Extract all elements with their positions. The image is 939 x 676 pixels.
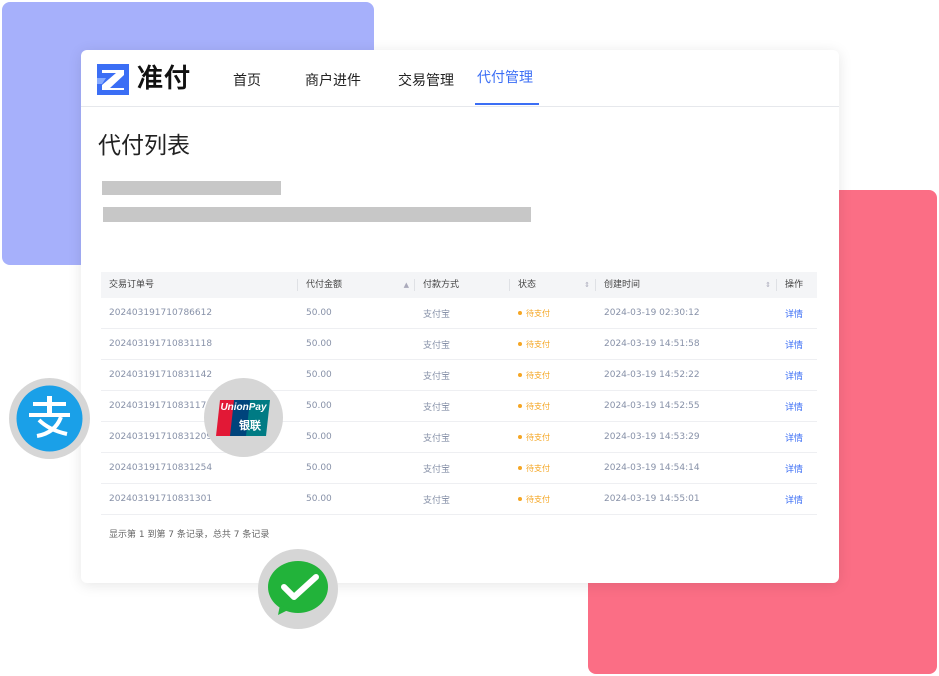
col-order-no: 交易订单号	[101, 272, 298, 298]
page-title: 代付列表	[98, 133, 190, 159]
status-badge: 待支付	[518, 464, 550, 473]
amount-cell: 50.00	[306, 370, 332, 380]
order-no-cell: 202403191710831254	[109, 463, 213, 473]
method-cell: 支付宝	[423, 402, 451, 413]
status-badge: 待支付	[518, 340, 550, 349]
nav-payouts[interactable]: 代付管理	[477, 50, 533, 107]
status-dot-icon	[518, 342, 522, 346]
brand-logo[interactable]: 准付	[97, 64, 191, 95]
order-no-cell: 202403191710831301	[109, 494, 213, 504]
app-window: 准付 首页 商户进件 交易管理 代付管理 代付列表 交易订单号 代付金额 ▲ 付…	[81, 50, 839, 583]
created-cell: 2024-03-19 02:30:12	[604, 308, 700, 318]
method-cell: 支付宝	[423, 340, 451, 351]
created-cell: 2024-03-19 14:52:22	[604, 370, 700, 380]
col-created-label: 创建时间	[604, 280, 641, 290]
status-text: 待支付	[526, 463, 550, 473]
created-cell: 2024-03-19 14:51:58	[604, 339, 700, 349]
amount-cell: 50.00	[306, 401, 332, 411]
method-cell: 支付宝	[423, 464, 451, 475]
status-badge: 待支付	[518, 495, 550, 504]
amount-cell: 50.00	[306, 463, 332, 473]
col-method: 付款方式	[415, 272, 510, 298]
wechat-logo-icon	[268, 561, 328, 615]
table-row: 202403191710831254 50.00 支付宝 待支付 2024-03-19 …	[101, 453, 817, 484]
skeleton-line-long	[103, 207, 531, 222]
status-dot-icon	[518, 373, 522, 377]
table-row: 202403191710786612 50.00 支付宝 待支付 2024-03-19 …	[101, 298, 817, 329]
method-cell: 支付宝	[423, 309, 451, 320]
detail-link[interactable]: 详情	[777, 462, 817, 475]
detail-link[interactable]: 详情	[777, 369, 817, 382]
unionpay-text: UnionPay	[220, 402, 267, 413]
status-text: 待支付	[526, 370, 550, 380]
top-nav: 准付 首页 商户进件 交易管理 代付管理	[81, 50, 839, 107]
order-no-cell: 202403191710786612	[109, 308, 213, 318]
status-badge: 待支付	[518, 371, 550, 380]
table-row: 202403191710831301 50.00 支付宝 待支付 2024-03-19 …	[101, 484, 817, 515]
status-text: 待支付	[526, 494, 550, 504]
status-dot-icon	[518, 435, 522, 439]
status-cell: 待支付	[510, 339, 596, 350]
wechat-pay-icon	[258, 549, 338, 629]
status-text: 待支付	[526, 432, 550, 442]
sort-icon[interactable]: ⇕	[584, 272, 590, 298]
sort-icon[interactable]: ⇕	[765, 272, 771, 298]
status-badge: 待支付	[518, 402, 550, 411]
status-cell: 待支付	[510, 432, 596, 443]
status-text: 待支付	[526, 401, 550, 411]
table-header: 交易订单号 代付金额 ▲ 付款方式 状态 ⇕ 创建时间 ⇕ 操作	[101, 272, 817, 298]
brand-name: 准付	[137, 64, 192, 94]
status-cell: 待支付	[510, 370, 596, 381]
method-cell: 支付宝	[423, 371, 451, 382]
status-cell: 待支付	[510, 308, 596, 319]
sort-asc-icon[interactable]: ▲	[404, 272, 409, 298]
status-cell: 待支付	[510, 401, 596, 412]
status-badge: 待支付	[518, 309, 550, 318]
method-cell: 支付宝	[423, 433, 451, 444]
amount-cell: 50.00	[306, 432, 332, 442]
status-badge: 待支付	[518, 433, 550, 442]
status-dot-icon	[518, 404, 522, 408]
nav-home[interactable]: 首页	[233, 50, 261, 107]
created-cell: 2024-03-19 14:53:29	[604, 432, 700, 442]
detail-link[interactable]: 详情	[777, 493, 817, 506]
col-created[interactable]: 创建时间 ⇕	[596, 272, 777, 298]
col-status[interactable]: 状态 ⇕	[510, 272, 596, 298]
amount-cell: 50.00	[306, 339, 332, 349]
unionpay-icon: UnionPay 银联	[204, 378, 283, 457]
detail-link[interactable]: 详情	[777, 431, 817, 444]
nav-merchant-onboarding[interactable]: 商户进件	[305, 50, 361, 107]
status-dot-icon	[518, 497, 522, 501]
created-cell: 2024-03-19 14:52:55	[604, 401, 700, 411]
status-dot-icon	[518, 311, 522, 315]
method-cell: 支付宝	[423, 495, 451, 506]
nav-active-indicator	[475, 103, 539, 105]
detail-link[interactable]: 详情	[777, 338, 817, 351]
skeleton-line-short	[102, 181, 281, 195]
status-text: 待支付	[526, 308, 550, 318]
detail-link[interactable]: 详情	[777, 307, 817, 320]
pagination-info: 显示第 1 到第 7 条记录，总共 7 条记录	[109, 530, 270, 540]
created-cell: 2024-03-19 14:55:01	[604, 494, 700, 504]
col-amount-label: 代付金额	[306, 280, 343, 290]
status-cell: 待支付	[510, 494, 596, 505]
unionpay-cn-text: 银联	[239, 419, 261, 432]
created-cell: 2024-03-19 14:54:14	[604, 463, 700, 473]
alipay-logo-icon	[16, 385, 83, 452]
col-status-label: 状态	[518, 280, 537, 290]
order-no-cell: 202403191710831118	[109, 339, 213, 349]
amount-cell: 50.00	[306, 494, 332, 504]
detail-link[interactable]: 详情	[777, 400, 817, 413]
status-cell: 待支付	[510, 463, 596, 474]
alipay-icon	[9, 378, 90, 459]
nav-transactions[interactable]: 交易管理	[398, 50, 454, 107]
brand-logo-icon	[97, 64, 129, 95]
col-action: 操作	[785, 280, 804, 290]
status-text: 待支付	[526, 339, 550, 349]
amount-cell: 50.00	[306, 308, 332, 318]
table-row: 202403191710831118 50.00 支付宝 待支付 2024-03-19 …	[101, 329, 817, 360]
col-amount[interactable]: 代付金额 ▲	[298, 272, 415, 298]
status-dot-icon	[518, 466, 522, 470]
